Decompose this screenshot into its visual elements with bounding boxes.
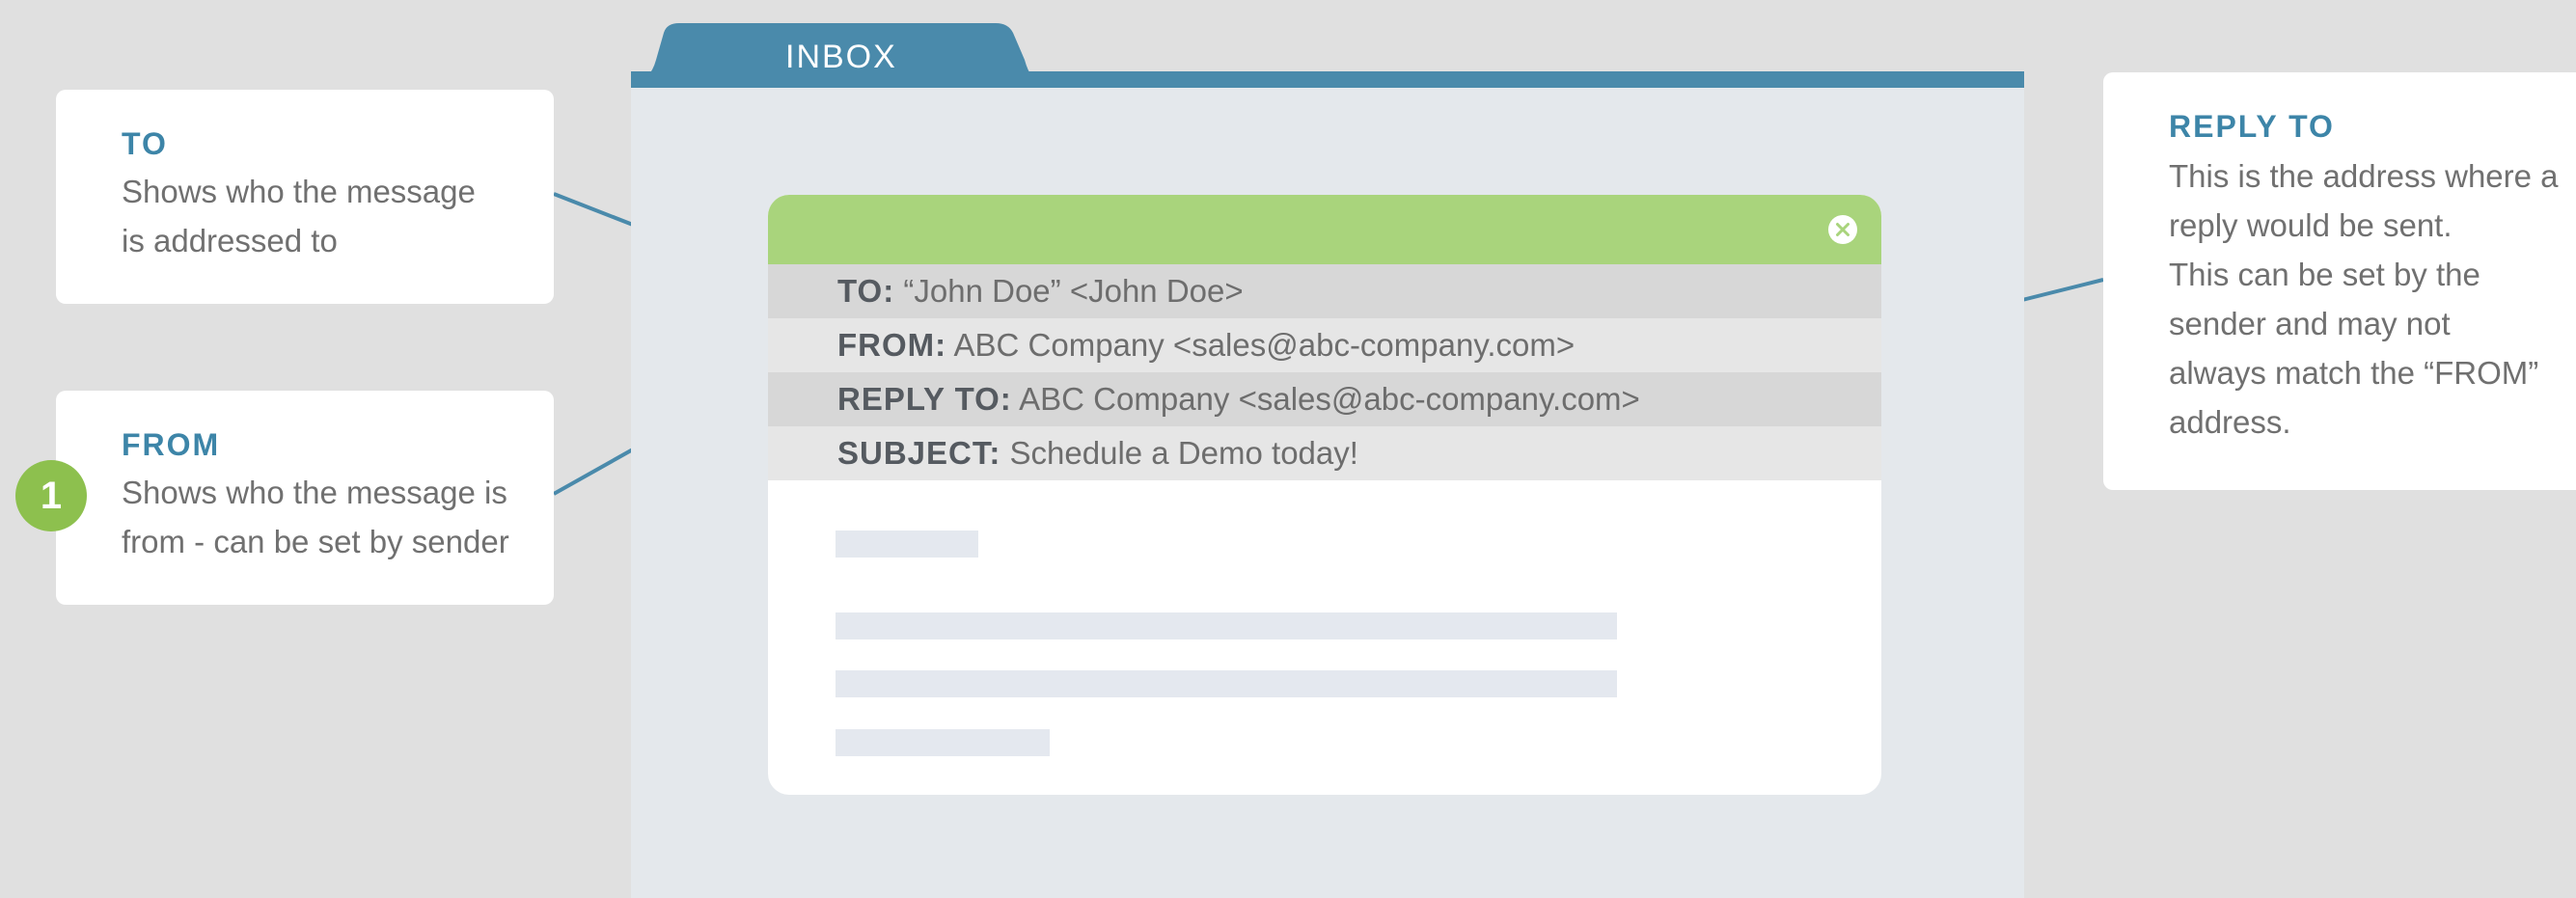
to-label: TO:: [837, 273, 895, 309]
body-placeholder-end: [836, 729, 1050, 756]
email-reply-to-row: REPLY TO: ABC Company <sales@abc-company…: [768, 372, 1881, 426]
callout-from-title: FROM: [122, 427, 221, 462]
callout-from-description: Shows who the message is from - can be s…: [122, 475, 509, 559]
close-circle-icon[interactable]: [1827, 214, 1858, 245]
callout-reply-to-description: This is the address where a reply would …: [2169, 158, 2559, 440]
from-value: ABC Company <sales@abc-company.com>: [953, 327, 1576, 363]
from-label: FROM:: [837, 327, 947, 363]
callout-reply-to-title: REPLY TO: [2169, 109, 2335, 144]
callout-to-description: Shows who the message is addressed to: [122, 174, 476, 259]
inbox-folder-bar: [631, 71, 2024, 88]
email-message-card: TO: “John Doe” <John Doe> FROM: ABC Comp…: [768, 195, 1881, 795]
email-from-row: FROM: ABC Company <sales@abc-company.com…: [768, 318, 1881, 372]
email-to-row: TO: “John Doe” <John Doe>: [768, 264, 1881, 318]
callout-to: TO Shows who the message is addressed to: [56, 90, 554, 304]
callout-from: FROM Shows who the message is from - can…: [56, 391, 554, 605]
step-number-badge: 1: [15, 460, 87, 531]
body-placeholder-line: [836, 612, 1617, 639]
reply-to-value: ABC Company <sales@abc-company.com>: [1019, 381, 1640, 417]
email-header-bar: [768, 195, 1881, 264]
body-placeholder-line: [836, 670, 1617, 697]
subject-value: Schedule a Demo today!: [1009, 435, 1358, 471]
reply-to-label: REPLY TO:: [837, 381, 1012, 417]
callout-reply-to: REPLY TO This is the address where a rep…: [2103, 72, 2576, 490]
body-placeholder-short: [836, 531, 978, 558]
callout-to-title: TO: [122, 126, 168, 161]
subject-label: SUBJECT:: [837, 435, 1001, 471]
email-subject-row: SUBJECT: Schedule a Demo today!: [768, 426, 1881, 480]
to-value: “John Doe” <John Doe>: [903, 273, 1244, 309]
